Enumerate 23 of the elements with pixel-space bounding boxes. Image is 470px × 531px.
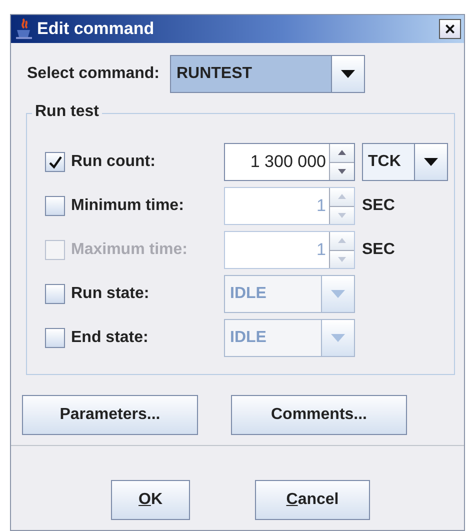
option-label: Maximum time:	[71, 241, 188, 259]
cup-icon	[15, 18, 33, 40]
action-button[interactable]: Comments...	[231, 395, 407, 435]
checkbox[interactable]	[45, 196, 65, 216]
unit-label: SEC	[362, 197, 395, 215]
option-label: Run count:	[71, 153, 156, 171]
checkbox[interactable]	[45, 284, 65, 304]
dialog-button[interactable]: Cancel	[255, 480, 370, 520]
unit-dropdown[interactable]: TCK	[362, 143, 448, 181]
option-label: Run state:	[71, 285, 150, 303]
action-button[interactable]: Parameters...	[22, 395, 198, 435]
dialog-button[interactable]: OK	[111, 480, 190, 520]
checkbox[interactable]	[45, 328, 65, 348]
select-command-label: Select command:	[27, 65, 160, 83]
window-title: Edit command	[37, 19, 156, 39]
option-label: Minimum time:	[71, 197, 185, 215]
number-spinner[interactable]: 1 300 000	[224, 143, 355, 181]
command-dropdown[interactable]: RUNTEST	[170, 55, 366, 93]
option-label: End state:	[71, 329, 150, 347]
checkbox[interactable]	[45, 152, 65, 172]
close-button[interactable]: ×	[439, 19, 461, 39]
check-icon	[48, 156, 62, 168]
unit-label: SEC	[362, 241, 395, 259]
